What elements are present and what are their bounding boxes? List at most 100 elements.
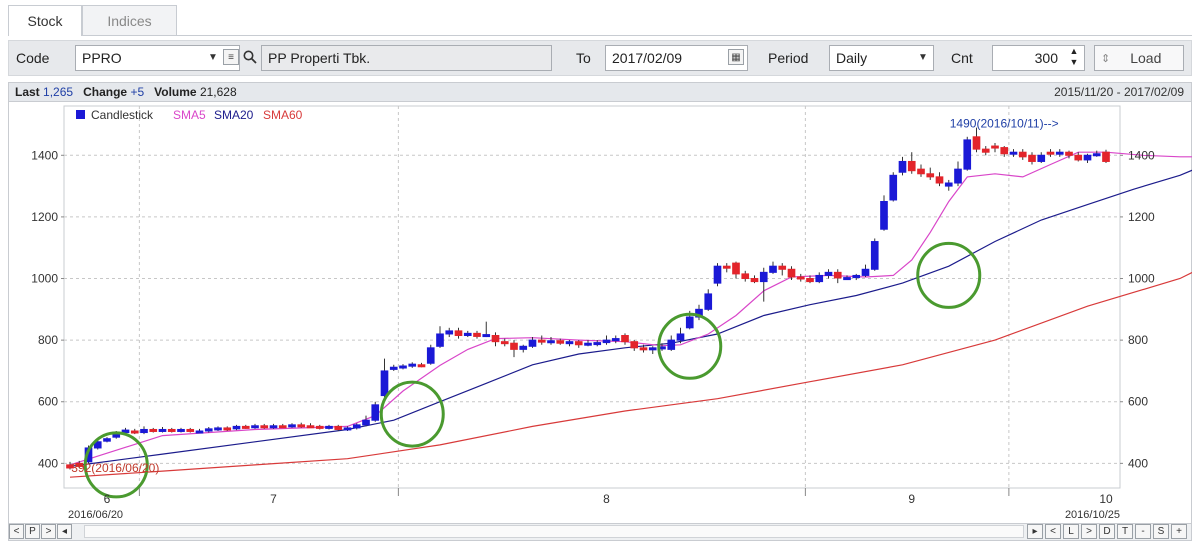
nav-right-button[interactable]: ▸	[1027, 524, 1043, 539]
candle-body	[408, 363, 417, 367]
candle-body	[232, 425, 241, 430]
candle-body	[667, 339, 676, 350]
company-name-field: PP Properti Tbk.	[261, 45, 552, 71]
y-tick-label-left: 400	[38, 456, 58, 470]
code-list-icon[interactable]: ≡	[223, 49, 239, 65]
chart-legend: Candlestick SMA5 SMA20 SMA60	[76, 108, 303, 122]
candle-body	[917, 168, 925, 175]
candle-body	[473, 332, 481, 337]
tab-divider	[8, 35, 1192, 36]
candle-body	[824, 271, 833, 276]
nav-right-button[interactable]: S	[1153, 524, 1169, 539]
load-label: Load	[1130, 50, 1162, 66]
tab-indices[interactable]: Indices	[82, 5, 177, 35]
quote-summary: Last 1,265 Change +5 Volume 21,628	[15, 85, 237, 99]
legend-item: Candlestick	[91, 108, 154, 122]
candle-body	[195, 430, 204, 434]
candle-body	[1037, 154, 1046, 162]
candle-body	[1046, 151, 1055, 155]
y-tick-label-right: 1200	[1128, 210, 1155, 224]
candle-body	[519, 345, 528, 350]
y-tick-label-right: 1000	[1128, 272, 1155, 286]
chart-scrollbar[interactable]	[84, 525, 1024, 538]
candle-body	[972, 136, 981, 150]
candle-body	[167, 428, 176, 432]
candle-body	[1028, 154, 1036, 162]
period-value: Daily	[836, 50, 868, 66]
y-tick-label-left: 800	[38, 333, 58, 347]
legend-item: SMA20	[214, 108, 254, 122]
sma5-line	[69, 151, 1192, 466]
nav-left-button[interactable]: P	[25, 524, 40, 539]
candle-body	[806, 278, 814, 283]
nav-right-button[interactable]: D	[1099, 524, 1115, 539]
candle-body	[833, 271, 842, 279]
legend-swatch	[76, 110, 85, 119]
price-chart[interactable]: 400 400 600 600 800 800 1000 1000 1200 1200 1400 14…	[8, 102, 1192, 523]
candle-body	[1102, 151, 1110, 162]
x-tick-label: 9	[908, 492, 915, 506]
candle-body	[260, 425, 269, 429]
nav-right-button[interactable]: >	[1081, 524, 1097, 539]
candle-body	[722, 265, 731, 269]
candle-body	[454, 330, 463, 337]
nav-right-button[interactable]: <	[1045, 524, 1061, 539]
search-icon[interactable]	[242, 49, 258, 65]
candle-body	[787, 268, 796, 278]
candle-body	[463, 332, 472, 337]
candle-body	[362, 419, 370, 426]
nav-left-button[interactable]: <	[9, 524, 24, 539]
code-dropdown-icon[interactable]: ▼	[208, 52, 218, 63]
last-label: Last	[15, 85, 40, 99]
candlesticks	[66, 127, 1110, 470]
load-button[interactable]: ⇕ Load	[1094, 45, 1184, 71]
highlight-circle	[916, 241, 982, 309]
start-date-label: 2016/06/20	[68, 509, 123, 521]
candle-body	[204, 428, 213, 432]
candle-body	[685, 316, 694, 329]
candle-body	[352, 424, 361, 429]
plot-border	[63, 105, 1121, 489]
candle-body	[436, 333, 444, 347]
candle-body	[926, 173, 935, 178]
candle-body	[186, 428, 195, 432]
to-date-input[interactable]: 2017/02/09	[605, 45, 748, 71]
period-dropdown-icon[interactable]: ▼	[918, 52, 928, 63]
candle-body	[103, 438, 111, 442]
nav-left-button[interactable]: >	[41, 524, 56, 539]
legend-item: SMA5	[173, 108, 206, 122]
candle-body	[732, 262, 740, 275]
candle-body	[500, 341, 509, 345]
x-tick-label: 10	[1099, 492, 1113, 506]
y-tick-label-left: 1400	[31, 148, 58, 162]
candle-body	[371, 404, 380, 421]
sma60-line	[69, 271, 1192, 478]
nav-right-button[interactable]: L	[1063, 524, 1079, 539]
candle-body	[426, 347, 435, 364]
calendar-icon[interactable]: ▦	[728, 49, 744, 65]
nav-right-button[interactable]: +	[1171, 524, 1187, 539]
nav-left-button[interactable]: ◂	[57, 524, 72, 539]
candle-body	[158, 428, 167, 432]
candle-body	[325, 425, 333, 429]
to-date-value: 2017/02/09	[612, 50, 683, 66]
candle-body	[944, 182, 953, 187]
y-tick-label-left: 1000	[31, 272, 58, 286]
sma20-line	[69, 169, 1192, 467]
nav-right-button[interactable]: T	[1117, 524, 1133, 539]
candle-body	[278, 425, 287, 429]
candle-body	[149, 428, 158, 432]
candle-body	[852, 274, 861, 279]
code-value: PPRO	[82, 50, 122, 66]
candle-body	[556, 340, 565, 344]
candle-body	[130, 430, 139, 434]
candle-body	[269, 425, 278, 429]
cnt-stepper[interactable]: ▲ ▼	[1068, 46, 1080, 68]
candle-body	[1074, 154, 1083, 161]
to-label: To	[576, 50, 591, 66]
candle-body	[935, 176, 944, 184]
nav-right-button[interactable]: -	[1135, 524, 1151, 539]
volume-value: 21,628	[199, 85, 237, 99]
candle-body	[1009, 151, 1018, 155]
tab-stock[interactable]: Stock	[8, 5, 82, 36]
